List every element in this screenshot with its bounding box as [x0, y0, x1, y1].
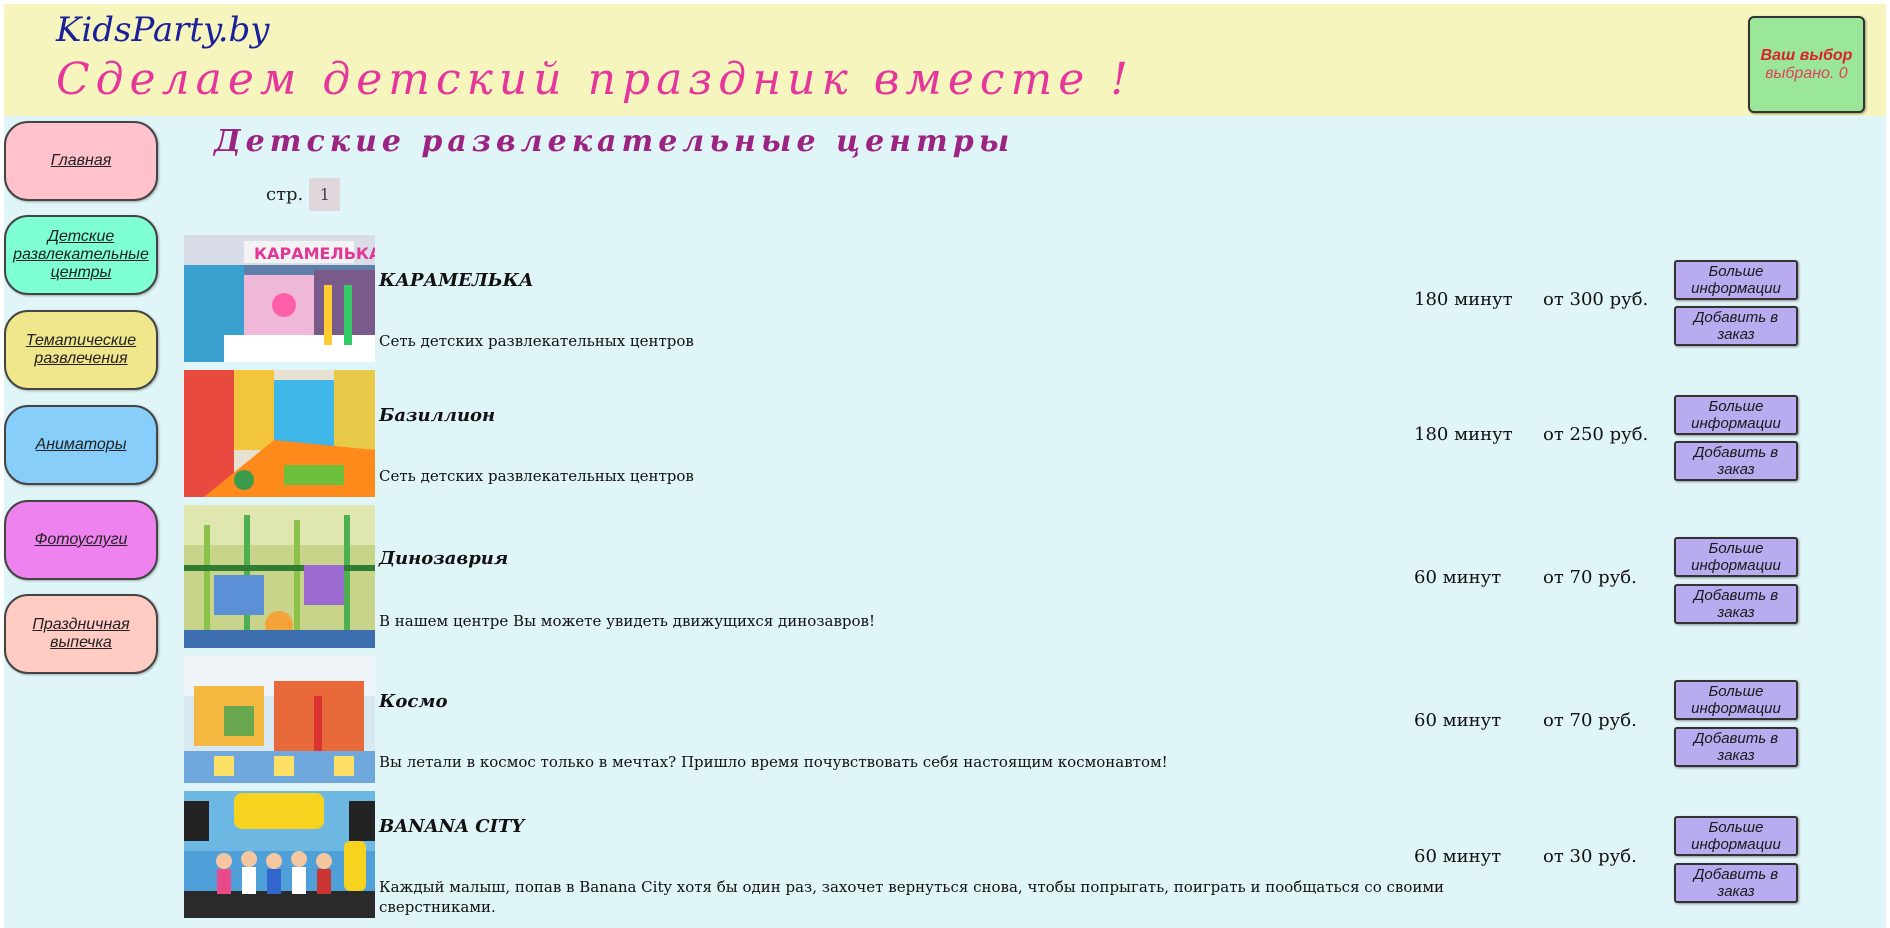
more-info-button[interactable]: Больше информации: [1674, 680, 1798, 720]
item-name[interactable]: Динозаврия: [379, 548, 508, 569]
item-duration: 180 минут: [1414, 289, 1513, 310]
sidebar-item-pastry[interactable]: Праздничная выпечка: [4, 594, 158, 674]
sidebar-item-photo-services[interactable]: Фотоуслуги: [4, 500, 158, 580]
sidebar-item-themed-entertainment[interactable]: Тематические развлечения: [4, 310, 158, 390]
add-to-order-button[interactable]: Добавить в заказ: [1674, 441, 1798, 481]
item-duration: 60 минут: [1414, 710, 1502, 731]
more-info-button[interactable]: Больше информации: [1674, 395, 1798, 435]
item-duration: 60 минут: [1414, 567, 1502, 588]
pagination: стр. 1: [266, 178, 341, 211]
add-to-order-button[interactable]: Добавить в заказ: [1674, 306, 1798, 346]
item-price: от 70 руб.: [1543, 710, 1637, 731]
item-name[interactable]: Базиллион: [379, 405, 495, 426]
item-price: от 250 руб.: [1543, 424, 1649, 445]
list-item: Динозаврия В нашем центре Вы можете увид…: [184, 505, 1824, 648]
add-to-order-button[interactable]: Добавить в заказ: [1674, 584, 1798, 624]
list-item: КАРАМЕЛЬКА КАРАМЕЛЬКА Сеть детских развл…: [184, 235, 1824, 362]
cart-title: Ваш выбор: [1760, 46, 1853, 64]
pager-label: стр.: [266, 184, 304, 205]
sidebar-item-entertainment-centers[interactable]: Детские развлекательные центры: [4, 215, 158, 295]
item-price: от 70 руб.: [1543, 567, 1637, 588]
add-to-order-button[interactable]: Добавить в заказ: [1674, 863, 1798, 903]
site-header: KidsParty.by Сделаем детский праздник вм…: [4, 4, 1886, 116]
list-item: Космо Вы летали в космос только в мечтах…: [184, 656, 1824, 783]
page: KidsParty.by Сделаем детский праздник вм…: [0, 0, 1890, 928]
item-image[interactable]: КАРАМЕЛЬКА: [184, 235, 375, 362]
item-image[interactable]: [184, 791, 375, 918]
item-name[interactable]: Космо: [379, 691, 447, 712]
cart-count: выбрано. 0: [1765, 64, 1848, 82]
site-slogan: Сделаем детский праздник вместе !: [56, 54, 1134, 105]
item-duration: 180 минут: [1414, 424, 1513, 445]
site-logo-link[interactable]: KidsParty.by: [56, 10, 270, 50]
more-info-button[interactable]: Больше информации: [1674, 537, 1798, 577]
sidebar-item-home[interactable]: Главная: [4, 121, 158, 201]
more-info-button[interactable]: Больше информации: [1674, 816, 1798, 856]
list-item: BANANA CITY Каждый малыш, попав в Banana…: [184, 791, 1824, 918]
item-name[interactable]: BANANA CITY: [379, 816, 524, 837]
item-name[interactable]: КАРАМЕЛЬКА: [379, 270, 534, 291]
item-image[interactable]: [184, 505, 375, 648]
item-description: Сеть детских развлекательных центров: [379, 332, 694, 350]
item-image[interactable]: [184, 370, 375, 497]
list-item: Базиллион Сеть детских развлекательных ц…: [184, 370, 1824, 497]
item-duration: 60 минут: [1414, 846, 1502, 867]
item-price: от 30 руб.: [1543, 846, 1637, 867]
more-info-button[interactable]: Больше информации: [1674, 260, 1798, 300]
sidebar-item-animators[interactable]: Аниматоры: [4, 405, 158, 485]
page-title: Детские развлекательные центры: [214, 124, 1015, 159]
item-description: В нашем центре Вы можете увидеть движущи…: [379, 612, 875, 630]
add-to-order-button[interactable]: Добавить в заказ: [1674, 727, 1798, 767]
item-description: Вы летали в космос только в мечтах? Приш…: [379, 753, 1168, 771]
svg-text:КАРАМЕЛЬКА: КАРАМЕЛЬКА: [254, 244, 375, 263]
item-price: от 300 руб.: [1543, 289, 1649, 310]
item-description: Сеть детских развлекательных центров: [379, 467, 694, 485]
item-description: Каждый малыш, попав в Banana City хотя б…: [379, 878, 1445, 916]
item-image[interactable]: [184, 656, 375, 783]
cart-button[interactable]: Ваш выбор выбрано. 0: [1748, 16, 1865, 113]
page-link-1[interactable]: 1: [309, 178, 341, 211]
